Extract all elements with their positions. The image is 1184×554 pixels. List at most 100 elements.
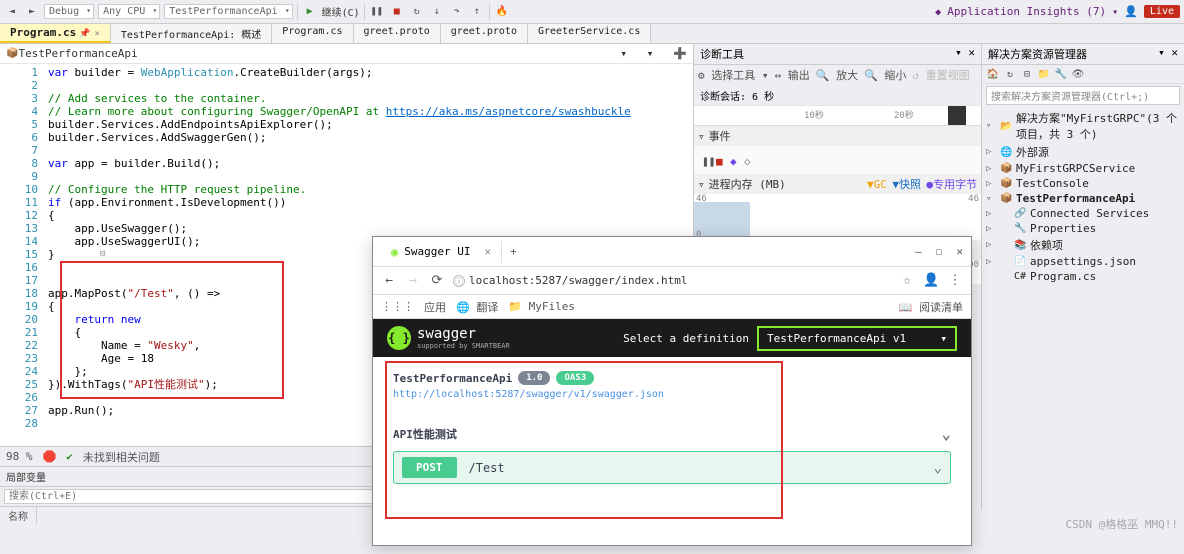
chevron-down-icon[interactable]: ⌄: [941, 424, 951, 443]
tab-overview[interactable]: TestPerformanceApi: 概述: [111, 24, 272, 43]
step-out-icon[interactable]: ↑: [469, 4, 485, 20]
app-insights-button[interactable]: ◆ Application Insights (7) ▾: [935, 5, 1118, 18]
browser-window: ◉Swagger UI✕ + — ☐ ✕ ← → ⟳ ⓘlocalhost:52…: [372, 236, 972, 546]
definition-select[interactable]: TestPerformanceApi v1: [757, 326, 957, 351]
back-icon[interactable]: ←: [381, 273, 397, 288]
bookmarks-bar: ⋮⋮⋮ 应用 🌐 翻译 📁 MyFiles 📖 阅读清单: [373, 295, 971, 319]
collapse-icon[interactable]: ▿: [698, 178, 705, 191]
url-input[interactable]: ⓘlocalhost:5287/swagger/index.html: [453, 274, 891, 288]
http-method-badge: POST: [402, 457, 457, 478]
session-label: 诊断会话: 6 秒: [694, 86, 981, 106]
collapse-icon[interactable]: ▿: [698, 130, 705, 143]
step-over-icon[interactable]: ↷: [449, 4, 465, 20]
solution-title: 解决方案资源管理器: [988, 46, 1087, 62]
diamond-event-icon-2: ◇: [744, 155, 754, 165]
zoom-level[interactable]: 98 %: [6, 450, 33, 463]
reset-view-button[interactable]: ↺ 重置视图: [912, 67, 969, 83]
close-icon[interactable]: ✕: [94, 29, 99, 39]
new-tab-icon[interactable]: +: [510, 245, 517, 258]
platform-dropdown[interactable]: Any CPU: [98, 4, 160, 19]
tree-node[interactable]: ▷🔗Connected Services: [986, 206, 1180, 221]
close-window-icon[interactable]: ✕: [956, 245, 963, 258]
tree-node[interactable]: ▷🌐外部源: [986, 143, 1180, 161]
pause-icon[interactable]: ❚❚: [369, 4, 385, 20]
swagger-json-link[interactable]: http://localhost:5287/swagger/v1/swagger…: [393, 389, 951, 400]
refresh-icon[interactable]: ↻: [1003, 67, 1017, 81]
continue-icon[interactable]: ▶: [302, 4, 318, 20]
diag-title: 诊断工具: [700, 46, 744, 62]
panel-menu-icon[interactable]: ▾ ✕: [1158, 46, 1178, 62]
tree-node[interactable]: ▷📦MyFirstGRPCService: [986, 161, 1180, 176]
api-operation[interactable]: POST /Test ⌄: [393, 451, 951, 484]
tab-program-cs[interactable]: Program.cs📌✕: [0, 24, 111, 43]
browser-titlebar[interactable]: ◉Swagger UI✕ + — ☐ ✕: [373, 237, 971, 267]
startup-dropdown[interactable]: TestPerformanceApi: [164, 4, 292, 19]
nav-back-icon[interactable]: ◄: [4, 4, 20, 20]
tab-greet-proto[interactable]: greet.proto: [354, 24, 441, 43]
bookmark-myfiles[interactable]: 📁 MyFiles: [508, 300, 575, 313]
properties-icon[interactable]: 🔧: [1054, 67, 1068, 81]
tab-program-cs-2[interactable]: Program.cs: [272, 24, 353, 43]
chevron-down-icon[interactable]: ⌄: [934, 460, 942, 476]
gc-legend: ▼GC: [867, 178, 887, 191]
bookmark-apps[interactable]: 应用: [424, 299, 446, 315]
oas-badge: OAS3: [556, 371, 594, 385]
tree-node[interactable]: ▿📦TestPerformanceApi: [986, 191, 1180, 206]
col-name[interactable]: 名称: [0, 507, 37, 524]
collapse-icon[interactable]: ⊟: [1020, 67, 1034, 81]
no-issues-icon: ✔: [66, 450, 73, 463]
close-tab-icon[interactable]: ✕: [484, 245, 491, 258]
menu-icon[interactable]: ⋮: [947, 273, 963, 288]
live-badge: Live: [1144, 5, 1180, 18]
continue-label[interactable]: 继续(C): [322, 4, 360, 19]
bookmark-translate[interactable]: 🌐 翻译: [456, 299, 498, 315]
output-button[interactable]: ↔ 输出: [775, 67, 810, 83]
zoom-out-button[interactable]: 🔍 缩小: [864, 67, 906, 83]
events-header: 事件: [709, 128, 731, 144]
panel-menu-icon[interactable]: ▾ ✕: [955, 46, 975, 62]
apps-icon[interactable]: ⋮⋮⋮: [381, 300, 414, 313]
events-row: ❚❚ ■ ◆ ◇: [694, 146, 981, 174]
tree-node[interactable]: C#Program.cs: [986, 269, 1180, 284]
fold-icon[interactable]: ⊟: [100, 248, 109, 261]
select-tools-button[interactable]: ⚙ 选择工具 ▾: [698, 67, 769, 83]
reading-list-button[interactable]: 📖 阅读清单: [899, 299, 963, 315]
maximize-icon[interactable]: ☐: [936, 245, 943, 258]
pin-icon[interactable]: 📌: [79, 29, 90, 39]
memory-chart[interactable]: 46 46 0: [694, 194, 981, 240]
site-info-icon[interactable]: ⓘ: [453, 275, 465, 287]
tree-node[interactable]: ▷📦TestConsole: [986, 176, 1180, 191]
config-dropdown[interactable]: Debug: [44, 4, 94, 19]
show-all-icon[interactable]: 📁: [1037, 67, 1051, 81]
hot-reload-icon[interactable]: 🔥: [494, 4, 510, 20]
solution-tree[interactable]: ▿📂解决方案"MyFirstGRPC"(3 个项目，共 3 个) ▷🌐外部源▷📦…: [982, 107, 1184, 286]
tab-greeter-service[interactable]: GreeterService.cs: [528, 24, 651, 43]
zoom-in-button[interactable]: 🔍 放大: [816, 67, 858, 83]
solution-search-input[interactable]: 搜索解决方案资源管理器(Ctrl+;): [986, 86, 1180, 105]
solution-explorer: 解决方案资源管理器 ▾ ✕ 🏠 ↻ ⊟ 📁 🔧 👁 搜索解决方案资源管理器(Ctr…: [982, 44, 1184, 510]
tree-node[interactable]: ▷📄appsettings.json: [986, 254, 1180, 269]
browser-tab[interactable]: ◉Swagger UI✕: [381, 241, 502, 263]
issues-text: 未找到相关问题: [83, 449, 160, 465]
preview-icon[interactable]: 👁: [1071, 67, 1085, 81]
nav-fwd-icon[interactable]: ►: [24, 4, 40, 20]
minimize-icon[interactable]: —: [915, 245, 922, 258]
profile-icon[interactable]: 👤: [923, 273, 939, 288]
stop-icon[interactable]: ■: [389, 4, 405, 20]
bookmark-icon[interactable]: ☆: [899, 273, 915, 288]
step-into-icon[interactable]: ↓: [429, 4, 445, 20]
error-icon[interactable]: 🛑: [43, 450, 57, 463]
api-tag[interactable]: API性能测试 ⌄: [393, 424, 951, 443]
tree-node[interactable]: ▷📚依赖项: [986, 236, 1180, 254]
user-icon[interactable]: 👤: [1124, 5, 1138, 18]
tree-node[interactable]: ▷🔧Properties: [986, 221, 1180, 236]
timeline[interactable]: 10秒 20秒: [694, 106, 981, 126]
home-icon[interactable]: 🏠: [986, 67, 1000, 81]
forward-icon[interactable]: →: [405, 273, 421, 288]
solution-root[interactable]: ▿📂解决方案"MyFirstGRPC"(3 个项目，共 3 个): [986, 109, 1180, 143]
restart-icon[interactable]: ↻: [409, 4, 425, 20]
tab-greet-proto-2[interactable]: greet.proto: [441, 24, 528, 43]
reload-icon[interactable]: ⟳: [429, 273, 445, 288]
breadcrumb[interactable]: 📦 TestPerformanceApi ▾ ▾ ➕: [0, 44, 693, 64]
stop-event-icon: ■: [716, 155, 726, 165]
